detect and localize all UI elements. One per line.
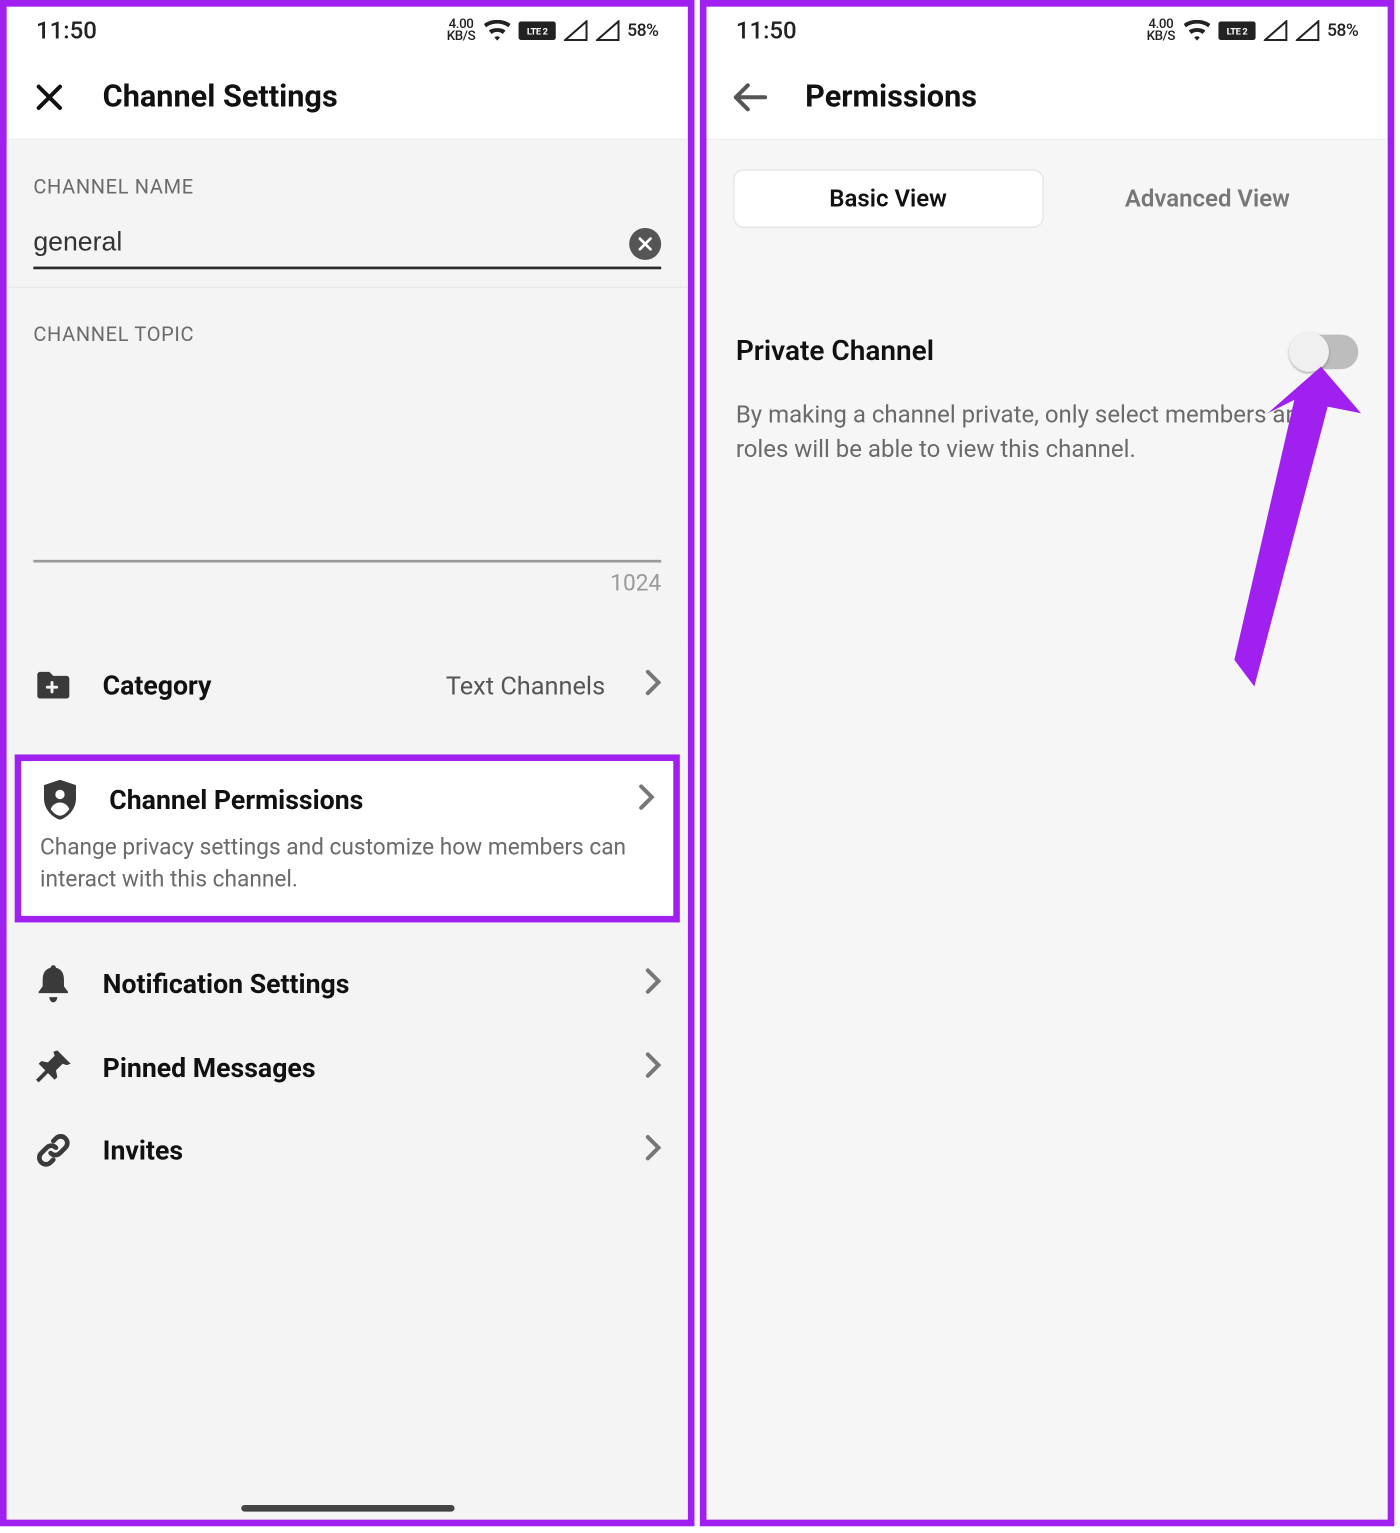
chevron-right-icon: [639, 784, 655, 816]
page-title: Permissions: [805, 79, 977, 115]
close-icon[interactable]: [33, 81, 65, 113]
signal-icon-2: [595, 20, 619, 41]
notification-settings-row[interactable]: Notification Settings: [7, 941, 688, 1026]
channel-permissions-row[interactable]: Channel Permissions: [21, 761, 673, 820]
battery-text: 58%: [1327, 21, 1358, 41]
chevron-right-icon: [645, 1134, 661, 1166]
app-header: Channel Settings: [7, 55, 688, 140]
notification-settings-label: Notification Settings: [103, 967, 616, 999]
folder-plus-icon: [33, 669, 73, 701]
wifi-icon: [483, 20, 510, 41]
status-time: 11:50: [736, 17, 797, 45]
wifi-icon: [1183, 20, 1210, 41]
status-time: 11:50: [36, 17, 97, 45]
invites-row[interactable]: Invites: [7, 1109, 688, 1192]
status-indicators: 4.00KB/S LTE 2 58%: [1147, 19, 1359, 43]
back-icon[interactable]: [733, 82, 768, 111]
volte-icon: LTE 2: [1218, 21, 1255, 40]
category-row[interactable]: Category Text Channels: [7, 645, 688, 725]
channel-name-label: CHANNEL NAME: [7, 140, 688, 215]
right-screen: 11:50 4.00KB/S LTE 2 58% Permissions Bas…: [700, 0, 1394, 1526]
app-header: Permissions: [706, 55, 1387, 140]
private-channel-row: Private Channel: [706, 297, 1387, 380]
status-bar: 11:50 4.00KB/S LTE 2 58%: [706, 7, 1387, 55]
status-indicators: 4.00KB/S LTE 2 58%: [447, 19, 659, 43]
private-channel-label: Private Channel: [736, 336, 934, 368]
char-count: 1024: [7, 563, 688, 598]
link-icon: [33, 1133, 73, 1168]
channel-permissions-label: Channel Permissions: [109, 784, 609, 816]
chevron-right-icon: [645, 669, 661, 701]
channel-permissions-highlight: Channel Permissions Change privacy setti…: [15, 754, 680, 921]
channel-topic-label: CHANNEL TOPIC: [7, 288, 688, 363]
status-bar: 11:50 4.00KB/S LTE 2 58%: [7, 7, 688, 55]
pinned-messages-label: Pinned Messages: [103, 1051, 616, 1083]
chevron-right-icon: [645, 1051, 661, 1083]
signal-icon: [1263, 20, 1287, 41]
invites-label: Invites: [103, 1134, 616, 1166]
chevron-right-icon: [645, 967, 661, 999]
private-channel-desc: By making a channel private, only select…: [706, 380, 1387, 487]
svg-text:LTE 2: LTE 2: [1226, 27, 1247, 38]
channel-topic-input[interactable]: [33, 389, 661, 562]
svg-text:LTE 2: LTE 2: [526, 27, 547, 38]
shield-user-icon: [40, 780, 80, 820]
volte-icon: LTE 2: [518, 21, 555, 40]
private-channel-toggle[interactable]: [1292, 335, 1359, 370]
left-screen: 11:50 4.00KB/S LTE 2 58% Channel Setting…: [0, 0, 694, 1526]
signal-icon-2: [1295, 20, 1319, 41]
right-content: Basic View Advanced View Private Channel…: [706, 140, 1387, 1520]
bell-icon: [33, 965, 73, 1002]
channel-permissions-desc: Change privacy settings and customize ho…: [21, 820, 673, 915]
signal-icon: [563, 20, 587, 41]
tab-advanced-view[interactable]: Advanced View: [1054, 169, 1361, 228]
channel-name-input[interactable]: [33, 220, 629, 267]
page-title: Channel Settings: [103, 79, 338, 115]
left-content: CHANNEL NAME CHANNEL TOPIC 1024 Category…: [7, 140, 688, 1520]
pin-icon: [33, 1050, 73, 1085]
view-tabs: Basic View Advanced View: [706, 140, 1387, 257]
clear-input-icon[interactable]: [629, 227, 661, 259]
home-indicator[interactable]: [241, 1505, 454, 1512]
category-label: Category: [103, 669, 417, 701]
battery-text: 58%: [627, 21, 658, 41]
tab-basic-view[interactable]: Basic View: [733, 169, 1043, 228]
pinned-messages-row[interactable]: Pinned Messages: [7, 1026, 688, 1109]
category-value: Text Channels: [446, 670, 605, 701]
